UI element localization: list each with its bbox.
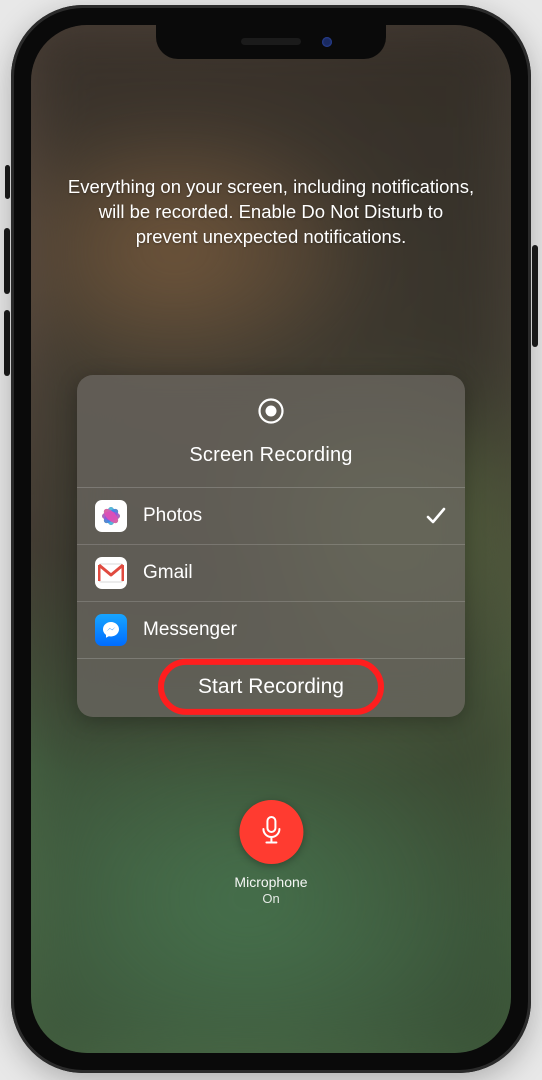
app-row-gmail[interactable]: Gmail — [77, 545, 465, 602]
app-row-messenger[interactable]: Messenger — [77, 602, 465, 658]
app-destination-list[interactable]: Photos Gmail — [77, 487, 465, 658]
app-label: Gmail — [143, 562, 447, 584]
volume-down-button[interactable] — [4, 310, 10, 376]
mute-switch[interactable] — [5, 165, 10, 199]
phone-frame: Everything on your screen, including not… — [11, 5, 531, 1073]
app-label: Photos — [143, 505, 409, 527]
app-row-photos[interactable]: Photos — [77, 488, 465, 545]
microphone-toggle-button[interactable] — [239, 800, 303, 864]
gmail-icon — [95, 557, 127, 589]
checkmark-icon — [425, 505, 447, 527]
recording-info-text: Everything on your screen, including not… — [31, 175, 511, 250]
notch — [156, 25, 386, 59]
power-button[interactable] — [532, 245, 538, 347]
messenger-icon — [95, 614, 127, 646]
panel-header: Screen Recording — [77, 375, 465, 487]
panel-title: Screen Recording — [87, 444, 455, 467]
record-icon — [257, 397, 285, 425]
start-recording-button[interactable]: Start Recording — [77, 658, 465, 717]
app-label: Messenger — [143, 619, 447, 641]
microphone-state: On — [234, 891, 307, 906]
screen: Everything on your screen, including not… — [31, 25, 511, 1053]
start-recording-label: Start Recording — [198, 675, 344, 698]
screen-recording-panel: Screen Recording — [77, 375, 465, 717]
microphone-label: Microphone — [234, 874, 307, 890]
photos-icon — [95, 500, 127, 532]
microphone-icon — [258, 815, 284, 850]
microphone-control: Microphone On — [234, 800, 307, 906]
volume-up-button[interactable] — [4, 228, 10, 294]
